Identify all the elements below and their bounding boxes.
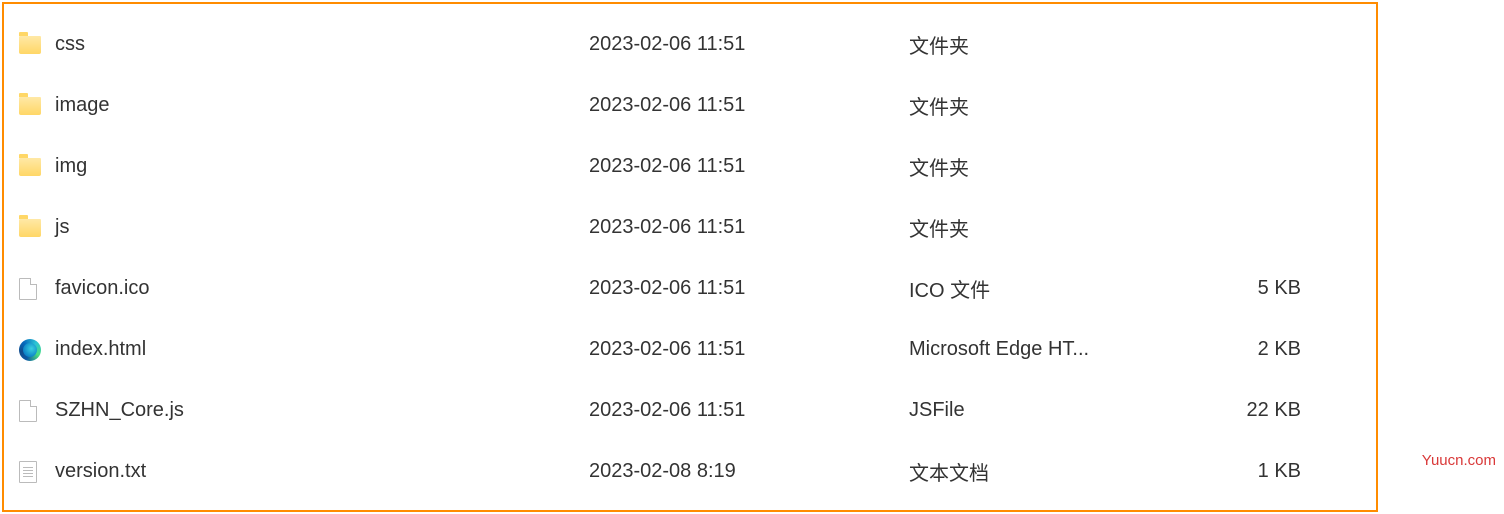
file-row[interactable]: css 2023-02-06 11:51 文件夹 bbox=[4, 14, 1376, 75]
edge-browser-icon bbox=[19, 339, 41, 361]
folder-icon bbox=[19, 219, 41, 237]
file-icon-cell bbox=[19, 278, 49, 300]
file-name: css bbox=[49, 33, 589, 56]
folder-icon bbox=[19, 158, 41, 176]
file-date: 2023-02-06 11:51 bbox=[589, 277, 909, 300]
file-icon-cell bbox=[19, 400, 49, 422]
file-icon-cell bbox=[19, 158, 49, 176]
file-row[interactable]: version.txt 2023-02-08 8:19 文本文档 1 KB bbox=[4, 441, 1376, 502]
file-date: 2023-02-06 11:51 bbox=[589, 399, 909, 422]
file-type: 文本文档 bbox=[909, 457, 1189, 486]
file-name: image bbox=[49, 94, 589, 117]
file-list: css 2023-02-06 11:51 文件夹 image 2023-02-0… bbox=[2, 2, 1378, 512]
file-row[interactable]: js 2023-02-06 11:51 文件夹 bbox=[4, 197, 1376, 258]
watermark: Yuucn.com bbox=[1422, 452, 1496, 469]
file-type: 文件夹 bbox=[909, 213, 1189, 242]
file-icon-cell bbox=[19, 219, 49, 237]
file-date: 2023-02-06 11:51 bbox=[589, 338, 909, 361]
file-date: 2023-02-06 11:51 bbox=[589, 33, 909, 56]
file-row[interactable]: favicon.ico 2023-02-06 11:51 ICO 文件 5 KB bbox=[4, 258, 1376, 319]
file-date: 2023-02-06 11:51 bbox=[589, 155, 909, 178]
file-name: index.html bbox=[49, 338, 589, 361]
file-type: 文件夹 bbox=[909, 91, 1189, 120]
file-type: JSFile bbox=[909, 399, 1189, 422]
file-icon-cell bbox=[19, 36, 49, 54]
file-type: 文件夹 bbox=[909, 152, 1189, 181]
file-size: 22 KB bbox=[1189, 399, 1319, 422]
file-icon-cell bbox=[19, 339, 49, 361]
file-row[interactable]: image 2023-02-06 11:51 文件夹 bbox=[4, 75, 1376, 136]
file-name: js bbox=[49, 216, 589, 239]
folder-icon bbox=[19, 97, 41, 115]
file-row[interactable]: index.html 2023-02-06 11:51 Microsoft Ed… bbox=[4, 319, 1376, 380]
file-icon-cell bbox=[19, 97, 49, 115]
file-size: 5 KB bbox=[1189, 277, 1319, 300]
file-name: favicon.ico bbox=[49, 277, 589, 300]
file-date: 2023-02-06 11:51 bbox=[589, 94, 909, 117]
file-type: Microsoft Edge HT... bbox=[909, 338, 1189, 361]
file-generic-icon bbox=[19, 278, 37, 300]
file-date: 2023-02-06 11:51 bbox=[589, 216, 909, 239]
file-name: SZHN_Core.js bbox=[49, 399, 589, 422]
file-generic-icon bbox=[19, 400, 37, 422]
file-size: 1 KB bbox=[1189, 460, 1319, 483]
file-name: img bbox=[49, 155, 589, 178]
file-icon-cell bbox=[19, 461, 49, 483]
file-row[interactable]: img 2023-02-06 11:51 文件夹 bbox=[4, 136, 1376, 197]
file-size: 2 KB bbox=[1189, 338, 1319, 361]
file-type: 文件夹 bbox=[909, 30, 1189, 59]
text-file-icon bbox=[19, 461, 37, 483]
file-type: ICO 文件 bbox=[909, 274, 1189, 303]
file-date: 2023-02-08 8:19 bbox=[589, 460, 909, 483]
folder-icon bbox=[19, 36, 41, 54]
file-row[interactable]: SZHN_Core.js 2023-02-06 11:51 JSFile 22 … bbox=[4, 380, 1376, 441]
file-name: version.txt bbox=[49, 460, 589, 483]
